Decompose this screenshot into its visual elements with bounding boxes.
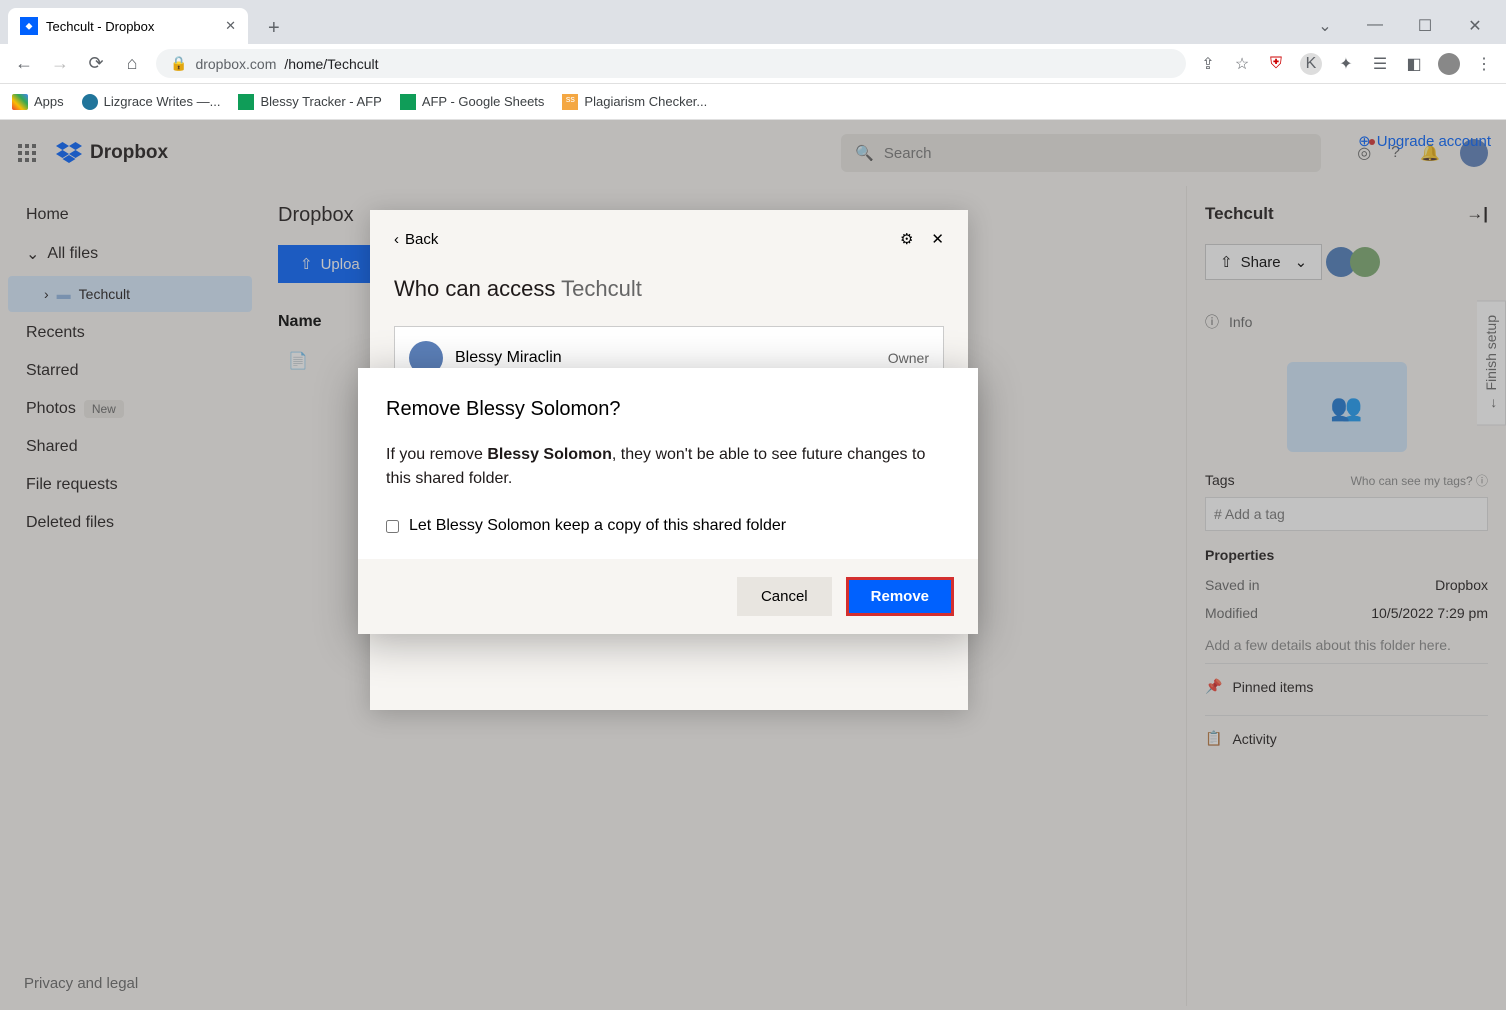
modal-text: If you remove Blessy Solomon, they won't… [386, 443, 950, 491]
chevron-left-icon: ‹ [394, 231, 399, 248]
checkbox-input[interactable] [386, 520, 399, 533]
bookmark-1[interactable]: Lizgrace Writes —... [82, 94, 221, 110]
addr-right-icons: ⇪ ☆ ⛨ K ✦ ☰ ◧ ⋮ [1198, 53, 1494, 75]
url-domain: dropbox.com [195, 56, 276, 72]
tab-strip: ⬥ Techcult - Dropbox ✕ + ⌄ — ☐ ✕ [0, 0, 1506, 44]
avatar-icon[interactable] [1438, 53, 1460, 75]
bookmarks-bar: Apps Lizgrace Writes —... Blessy Tracker… [0, 84, 1506, 120]
back-icon[interactable]: ← [12, 53, 36, 74]
modal-title: Remove Blessy Solomon? [386, 398, 950, 421]
remove-button[interactable]: Remove [846, 577, 954, 616]
tab-title: Techcult - Dropbox [46, 19, 154, 34]
close-icon[interactable]: ✕ [1460, 16, 1490, 36]
sheets-icon [400, 94, 416, 110]
dropbox-favicon: ⬥ [20, 17, 38, 35]
modal-footer: Cancel Remove [358, 559, 978, 634]
modal-body: Remove Blessy Solomon? If you remove Ble… [358, 368, 978, 559]
share-panel-header: ‹Back ⚙ ✕ [370, 210, 968, 268]
back-button[interactable]: ‹Back [394, 231, 438, 248]
new-tab-button[interactable]: + [260, 13, 288, 44]
browser-tab[interactable]: ⬥ Techcult - Dropbox ✕ [8, 8, 248, 44]
share-url-icon[interactable]: ⇪ [1198, 54, 1218, 74]
lock-icon: 🔒 [170, 55, 187, 72]
bookmark-4[interactable]: ssPlagiarism Checker... [562, 94, 707, 110]
maximize-icon[interactable]: ☐ [1410, 16, 1440, 36]
star-icon[interactable]: ☆ [1232, 54, 1252, 74]
reading-list-icon[interactable]: ☰ [1370, 54, 1390, 74]
member-name: Blessy Miraclin [455, 349, 876, 367]
bookmark-3[interactable]: AFP - Google Sheets [400, 94, 545, 110]
close-icon[interactable]: ✕ [931, 230, 944, 248]
gear-icon[interactable]: ⚙ [900, 230, 913, 248]
apps-bookmark[interactable]: Apps [12, 94, 64, 110]
forward-icon[interactable]: → [48, 53, 72, 74]
bookmark-2[interactable]: Blessy Tracker - AFP [238, 94, 381, 110]
sheets-icon [238, 94, 254, 110]
menu-icon[interactable]: ⋮ [1474, 54, 1494, 74]
apps-icon [12, 94, 28, 110]
member-role: Owner [888, 350, 929, 366]
wp-icon [82, 94, 98, 110]
side-panel-icon[interactable]: ◧ [1404, 54, 1424, 74]
minimize-icon[interactable]: — [1360, 16, 1390, 36]
confirm-remove-modal: Remove Blessy Solomon? If you remove Ble… [358, 368, 978, 634]
mcafee-icon[interactable]: ⛨ [1266, 55, 1286, 73]
chevron-down-icon[interactable]: ⌄ [1310, 16, 1340, 36]
keep-copy-checkbox[interactable]: Let Blessy Solomon keep a copy of this s… [386, 517, 950, 535]
profile-icon[interactable]: K [1300, 53, 1322, 75]
url-input[interactable]: 🔒 dropbox.com/home/Techcult [156, 49, 1186, 78]
reload-icon[interactable]: ⟳ [84, 53, 108, 74]
address-bar: ← → ⟳ ⌂ 🔒 dropbox.com/home/Techcult ⇪ ☆ … [0, 44, 1506, 84]
url-path: /home/Techcult [284, 56, 378, 72]
cancel-button[interactable]: Cancel [737, 577, 832, 616]
extensions-icon[interactable]: ✦ [1336, 54, 1356, 74]
home-icon[interactable]: ⌂ [120, 53, 144, 74]
close-tab-icon[interactable]: ✕ [225, 18, 236, 34]
share-panel-title: Who can access Techcult [370, 268, 968, 310]
window-controls: ⌄ — ☐ ✕ [1310, 16, 1498, 44]
sst-icon: ss [562, 94, 578, 110]
